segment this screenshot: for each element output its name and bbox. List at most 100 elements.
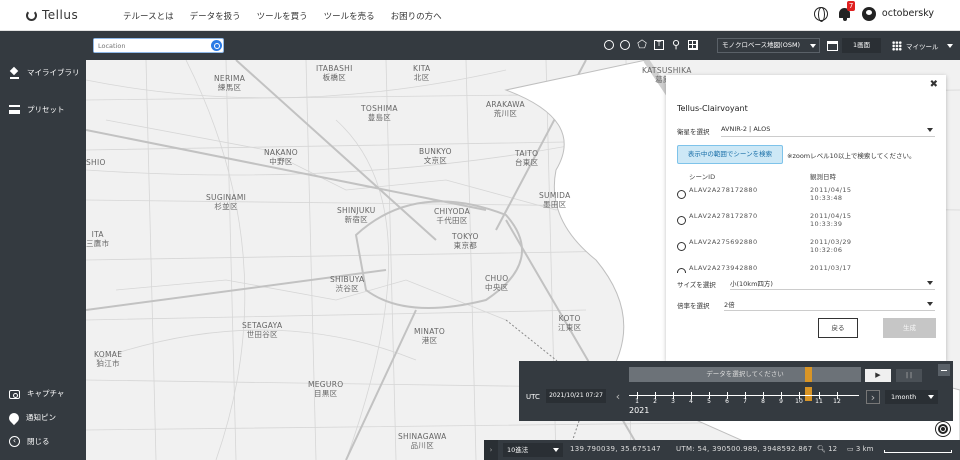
- utm-readout: UTM: 54, 390500.989, 3948592.867: [676, 445, 813, 453]
- scale-value: 2倍: [724, 301, 735, 309]
- range-select[interactable]: 1month: [885, 390, 938, 404]
- scene-id: ALAV2A278172870: [689, 212, 758, 220]
- screen-layout-select[interactable]: 1画面: [827, 38, 883, 53]
- polygon-icon[interactable]: ⬠: [636, 39, 648, 51]
- tellus-logo[interactable]: Tellus: [26, 8, 78, 22]
- sidebar-item-label: 閉じる: [27, 437, 50, 446]
- map-label-taito: TAITO 台東区: [515, 149, 539, 167]
- play-button[interactable]: ▶: [865, 369, 891, 382]
- pin-icon: [6, 410, 22, 425]
- timeline-year: 2021: [629, 406, 650, 415]
- map-label-nakano: NAKANO 中野区: [264, 148, 298, 166]
- nav-sell-tools[interactable]: ツールを売る: [324, 10, 375, 22]
- sidebar-item-my-library[interactable]: マイライブラリ: [9, 67, 80, 79]
- sidebar-item-notify-pin[interactable]: 通知ピン: [6, 410, 56, 425]
- back-button[interactable]: 戻る: [818, 318, 858, 338]
- close-icon[interactable]: ✖: [930, 79, 938, 90]
- chevron-down-icon: [927, 281, 933, 285]
- satellite-value: AVNIR-2 | ALOS: [721, 125, 771, 133]
- map-tools: ⬠ T ⚲: [604, 39, 698, 51]
- month-scale[interactable]: 1 2 3 4 5 6 7 8 9 10 11 12: [629, 389, 859, 405]
- map-label-shio: SHIO: [86, 158, 106, 167]
- chevron-down-icon: [927, 128, 933, 132]
- scale-bar: [884, 450, 952, 453]
- scene-row[interactable]: ALAV2A273942880 2011/03/17: [677, 263, 937, 273]
- scene-radio[interactable]: [677, 268, 686, 273]
- top-navigation-bar: Tellus テルースとは データを扱う ツールを買う ツールを売る お困りの方…: [0, 0, 960, 31]
- sidebar-item-presets[interactable]: プリセット: [9, 104, 65, 115]
- locate-icon[interactable]: [936, 422, 950, 436]
- notification-badge: 7: [846, 1, 856, 11]
- my-tools-menu[interactable]: マイツール: [892, 38, 953, 53]
- map-label-mitaka: ITA 三鷹市: [86, 230, 110, 248]
- datetime-input[interactable]: 2021/10/21 07:27: [546, 389, 606, 403]
- coord-format-select[interactable]: 10進法: [503, 443, 563, 457]
- month-label: 11: [815, 398, 823, 405]
- search-icon[interactable]: [211, 40, 222, 51]
- current-time-marker[interactable]: [805, 367, 812, 382]
- map-label-bunkyo: BUNKYO 文京区: [419, 147, 452, 165]
- range-value: 1month: [891, 393, 917, 401]
- generate-button[interactable]: 生成: [883, 318, 936, 338]
- collapse-icon: ‹: [9, 436, 20, 447]
- size-label: サイズを選択: [677, 281, 716, 289]
- status-toggle[interactable]: ›: [484, 440, 498, 460]
- marker-icon[interactable]: ⚲: [670, 39, 682, 51]
- ruler-icon: ▭: [847, 445, 854, 453]
- satellite-select[interactable]: AVNIR-2 | ALOS: [721, 125, 935, 137]
- basemap-select[interactable]: モノクロベース地図(OSM): [717, 38, 820, 53]
- scene-row[interactable]: ALAV2A278172880 2011/04/15 10:33:48: [677, 185, 937, 211]
- coord-format-value: 10進法: [507, 446, 529, 454]
- grid-icon[interactable]: [688, 40, 698, 50]
- nav-buy-tools[interactable]: ツールを買う: [257, 10, 308, 22]
- timezone-label: UTC: [526, 393, 540, 401]
- scene-row[interactable]: ALAV2A275692880 2011/03/29 10:32:06: [677, 237, 937, 263]
- chevron-right-icon[interactable]: ›: [866, 390, 880, 404]
- nav-about[interactable]: テルースとは: [123, 10, 174, 22]
- zoom-in-icon[interactable]: [604, 40, 614, 50]
- user-menu[interactable]: octobersky: [861, 6, 934, 21]
- sidebar-item-label: プリセット: [27, 105, 65, 114]
- scale-readout: ▭ 3 km: [847, 445, 874, 453]
- size-select[interactable]: 小(10km四方): [730, 278, 935, 290]
- zoom-out-icon[interactable]: [620, 40, 630, 50]
- search-scenes-button[interactable]: 表示中の範囲でシーンを検索: [677, 145, 783, 164]
- map-label-chiyoda: CHIYODA 千代田区: [434, 207, 471, 225]
- scene-radio[interactable]: [677, 190, 686, 199]
- scale-label: 倍率を選択: [677, 302, 710, 310]
- scene-id: ALAV2A275692880: [689, 238, 758, 246]
- zoom-level: 🔍︎ 12: [817, 445, 838, 453]
- month-label: 8: [761, 398, 765, 405]
- scene-id: ALAV2A278172880: [689, 186, 758, 194]
- month-label: 6: [725, 398, 729, 405]
- list-icon: [9, 105, 20, 114]
- text-icon[interactable]: T: [654, 40, 664, 50]
- map-label-shinjuku: SHINJUKU 新宿区: [337, 206, 376, 224]
- nav-help[interactable]: お困りの方へ: [391, 10, 442, 22]
- scene-row[interactable]: ALAV2A278172870 2011/04/15 10:33:39: [677, 211, 937, 237]
- logo-icon: [26, 9, 37, 21]
- globe-icon[interactable]: [813, 6, 828, 22]
- chevron-left-icon[interactable]: ‹: [611, 390, 625, 404]
- nav-data[interactable]: データを扱う: [190, 10, 241, 22]
- notification-button[interactable]: 7: [838, 1, 856, 21]
- chevron-down-icon: [946, 43, 953, 48]
- data-select-bar[interactable]: データを選択してください: [629, 367, 861, 382]
- layers-icon: [9, 67, 20, 79]
- window-icon: [827, 40, 838, 51]
- timeline-axis: [629, 395, 859, 396]
- sidebar-item-label: マイライブラリ: [27, 68, 80, 77]
- sidebar-item-capture[interactable]: キャプチャ: [9, 388, 64, 399]
- scene-radio[interactable]: [677, 242, 686, 251]
- scale-select[interactable]: 2倍: [724, 299, 935, 311]
- map-label-komae: KOMAE 狛江市: [94, 350, 123, 368]
- scene-datetime: 2011/03/29 10:32:06: [810, 238, 852, 254]
- clairvoyant-panel: ✖ Tellus-Clairvoyant 衛星を選択 AVNIR-2 | ALO…: [666, 75, 946, 361]
- size-value: 小(10km四方): [730, 280, 773, 288]
- minimize-icon[interactable]: [938, 364, 950, 376]
- magnifier-icon: 🔍︎: [817, 445, 826, 453]
- pause-button[interactable]: | |: [896, 369, 922, 382]
- sidebar-item-close[interactable]: ‹ 閉じる: [9, 436, 50, 447]
- search-input[interactable]: [94, 39, 206, 52]
- scene-radio[interactable]: [677, 216, 686, 225]
